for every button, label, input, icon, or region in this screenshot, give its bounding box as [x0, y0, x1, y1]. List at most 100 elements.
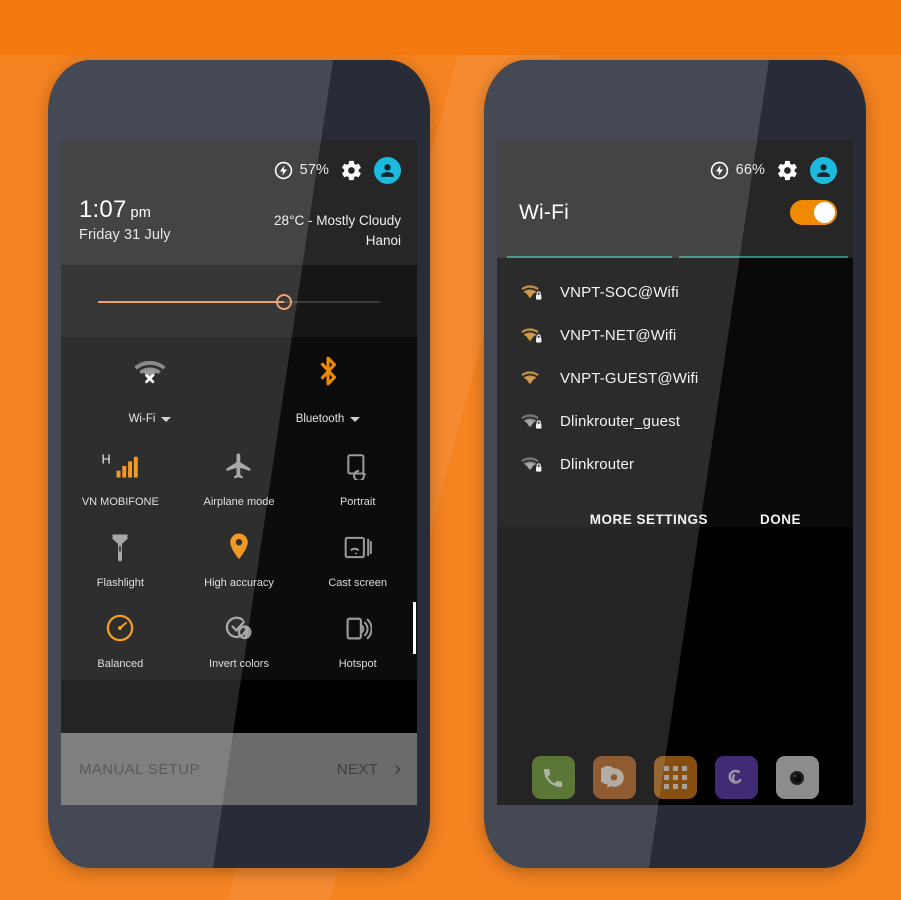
user-avatar-icon[interactable]: [374, 156, 401, 184]
camera-app-icon[interactable]: [775, 756, 819, 799]
clock-block: 1:07 pm Friday 31 July: [79, 198, 171, 244]
tile-mobile-data-label: VN MOBIFONE: [81, 496, 159, 508]
dock-icon-dim: [714, 756, 758, 799]
tile-mobile-data[interactable]: H VN MOBIFONE: [61, 437, 180, 518]
gear-icon[interactable]: [340, 159, 363, 182]
tile-location-mode[interactable]: High accuracy: [180, 518, 299, 599]
wifi-scan-progress-line: [497, 256, 853, 258]
quick-settings-scrollbar[interactable]: [413, 602, 416, 654]
cast-screen-icon: [298, 530, 417, 564]
tile-wifi-label-row: Wi-Fi: [61, 413, 239, 425]
tile-wifi-label: Wi-Fi: [128, 413, 156, 425]
tile-flashlight[interactable]: Flashlight: [61, 518, 180, 599]
wifi-ssid-label: Dlinkrouter: [560, 456, 635, 473]
more-settings-button[interactable]: MORE SETTINGS: [590, 512, 708, 527]
chevron-down-icon[interactable]: [161, 416, 172, 422]
status-bar: 66%: [497, 140, 853, 188]
invert-colors-icon: [180, 611, 299, 645]
dock-icon-dim: [531, 756, 575, 799]
dock-icon-dim: [775, 756, 819, 799]
weather-block[interactable]: 28°C - Mostly Cloudy Hanoi: [274, 198, 401, 250]
tile-flashlight-label: Flashlight: [96, 577, 144, 589]
setup-bottom-bar: MANUAL SETUP NEXT ›: [61, 733, 417, 805]
list-item[interactable]: VNPT-NET@Wifi: [497, 314, 853, 357]
brightness-zone: [61, 265, 417, 337]
wifi-ssid-label: VNPT-NET@Wifi: [560, 327, 677, 344]
right-phone-device: 66% Wi-Fi VNPT-SOC@Wifi VNPT-NET@Wifi VN…: [484, 60, 866, 868]
wifi-signal-icon: [521, 326, 543, 345]
tile-row-2: Flashlight High accuracy Cast screen: [61, 518, 417, 599]
tile-cast-screen[interactable]: Cast screen: [298, 518, 417, 599]
flashlight-icon: [61, 530, 180, 564]
clock-time-value: 1:07: [79, 196, 127, 223]
gear-icon[interactable]: [776, 159, 799, 182]
clock-time: 1:07 pm: [79, 198, 171, 222]
wifi-action-row: MORE SETTINGS DONE: [497, 486, 853, 527]
tile-invert-colors[interactable]: Invert colors: [180, 599, 299, 680]
left-phone-device: 57% 1:07 pm Friday 31 July 28°C - Mostly …: [48, 60, 430, 868]
scan-segment-b: [678, 256, 853, 258]
signal-h-icon: H: [61, 449, 180, 483]
dock-icon-dim: [592, 756, 636, 799]
battery-status: 66%: [710, 161, 765, 180]
tile-airplane-mode[interactable]: Airplane mode: [180, 437, 299, 518]
brightness-slider[interactable]: [98, 294, 380, 310]
screen-rotation-icon: [298, 449, 417, 483]
status-bar: 57%: [61, 140, 417, 188]
tile-hotspot-label: Hotspot: [338, 658, 377, 670]
list-item[interactable]: Dlinkrouter_guest: [497, 400, 853, 443]
wifi-network-list: VNPT-SOC@Wifi VNPT-NET@Wifi VNPT-GUEST@W…: [497, 258, 853, 527]
performance-gauge-icon: [61, 611, 180, 645]
bluetooth-icon: [239, 351, 417, 391]
app-dock: [497, 756, 853, 799]
wifi-signal-icon: [521, 283, 543, 302]
next-button-group[interactable]: NEXT ›: [337, 759, 401, 779]
wifi-off-icon: [61, 351, 239, 391]
weather-location: Hanoi: [365, 232, 401, 248]
clock-weather-row: 1:07 pm Friday 31 July 28°C - Mostly Clou…: [61, 188, 417, 250]
brightness-slider-knob[interactable]: [276, 294, 293, 310]
user-avatar-icon[interactable]: [810, 156, 837, 184]
tile-portrait-label: Portrait: [339, 496, 376, 508]
wifi-ssid-label: Dlinkrouter_guest: [560, 413, 681, 430]
wifi-page-title: Wi-Fi: [519, 200, 569, 224]
hotspot-icon: [298, 611, 417, 645]
tile-wifi[interactable]: Wi-Fi: [61, 337, 239, 437]
tile-performance-label: Balanced: [97, 658, 144, 670]
tile-bluetooth[interactable]: Bluetooth: [239, 337, 417, 437]
tile-hotspot[interactable]: Hotspot: [298, 599, 417, 680]
wifi-toggle-knob: [814, 202, 835, 223]
browser-app-icon[interactable]: [714, 756, 758, 799]
app-drawer-icon[interactable]: [653, 756, 697, 799]
battery-saver-icon: [274, 161, 292, 179]
wifi-signal-icon: [521, 369, 543, 388]
wifi-signal-icon: [521, 455, 543, 474]
next-button-label: NEXT: [336, 760, 379, 778]
done-button[interactable]: DONE: [760, 512, 801, 527]
tile-row-3: Balanced Invert colors Hotspot: [61, 599, 417, 680]
right-phone-screen: 66% Wi-Fi VNPT-SOC@Wifi VNPT-NET@Wifi VN…: [497, 140, 853, 805]
list-item[interactable]: Dlinkrouter: [497, 443, 853, 486]
tile-bluetooth-label: Bluetooth: [295, 413, 345, 425]
primary-tile-row: Wi-Fi Bluetooth: [61, 337, 417, 437]
list-item[interactable]: VNPT-SOC@Wifi: [497, 271, 853, 314]
left-phone-screen: 57% 1:07 pm Friday 31 July 28°C - Mostly …: [61, 140, 417, 805]
brightness-slider-fill: [98, 301, 285, 303]
list-item[interactable]: VNPT-GUEST@Wifi: [497, 357, 853, 400]
manual-setup-button[interactable]: MANUAL SETUP: [79, 761, 200, 778]
clock-ampm: pm: [130, 205, 152, 221]
battery-status: 57%: [274, 161, 329, 180]
location-pin-icon: [180, 530, 299, 564]
chevron-down-icon[interactable]: [350, 416, 361, 422]
tile-portrait[interactable]: Portrait: [298, 437, 417, 518]
phone-app-icon[interactable]: [531, 756, 575, 799]
weather-conditions: 28°C - Mostly Cloudy: [274, 213, 401, 228]
tile-bluetooth-label-row: Bluetooth: [239, 413, 417, 425]
messaging-app-icon[interactable]: [592, 756, 636, 799]
tile-performance[interactable]: Balanced: [61, 599, 180, 680]
wifi-signal-icon: [521, 412, 543, 431]
airplane-icon: [180, 449, 299, 483]
clock-date: Friday 31 July: [79, 227, 171, 243]
battery-saver-icon: [710, 161, 728, 179]
wifi-toggle-switch[interactable]: [790, 200, 837, 225]
